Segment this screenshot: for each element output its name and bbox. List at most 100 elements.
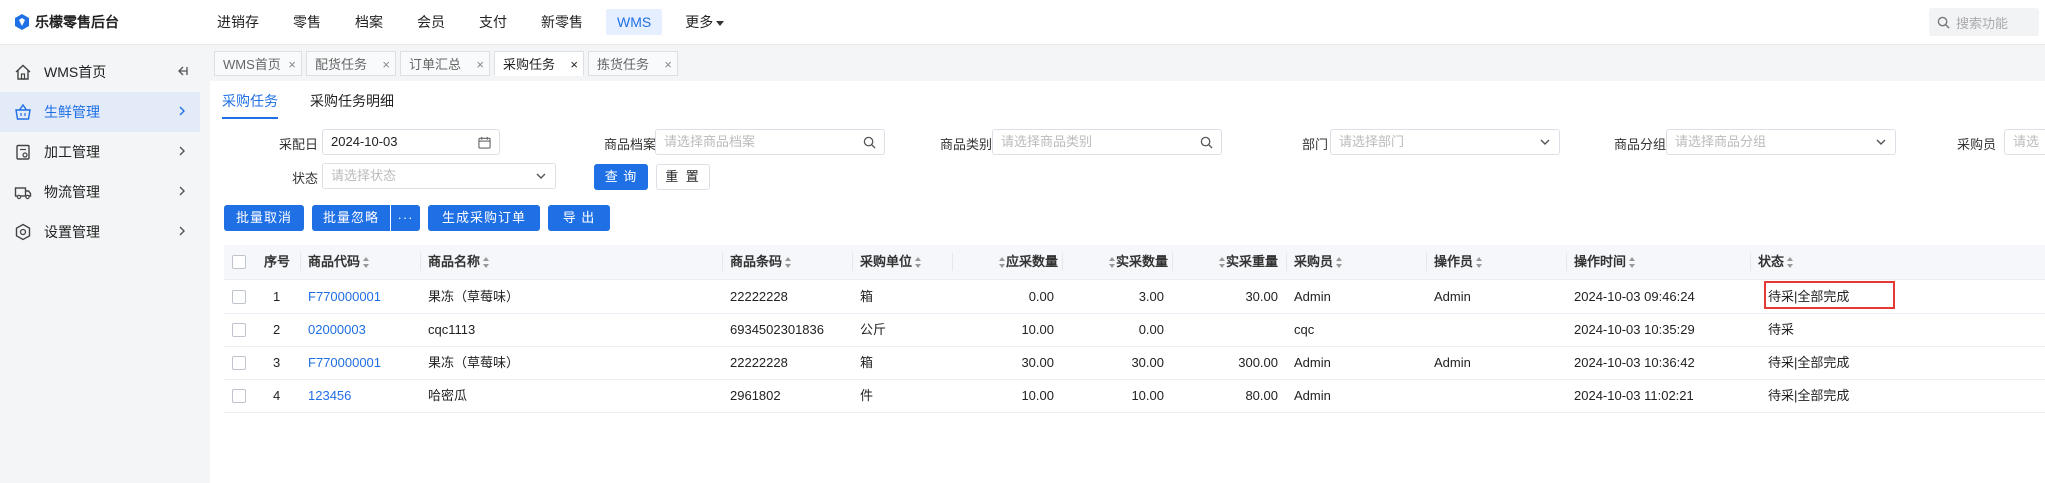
close-icon[interactable]: ×: [382, 52, 390, 77]
sidebar-item-settings[interactable]: 设置管理: [0, 212, 200, 252]
category-input[interactable]: 请选择商品类别: [992, 129, 1222, 155]
cell-real-qty: 0.00: [1138, 322, 1164, 337]
buyer-select[interactable]: 请选: [2004, 129, 2045, 155]
sort-icon: [483, 257, 490, 269]
table-row[interactable]: 4 123456 哈密瓜 2961802 件 10.00 10.00 80.00…: [224, 379, 2045, 413]
dept-select[interactable]: 请选择部门: [1330, 129, 1560, 155]
col-code[interactable]: 商品代码: [308, 245, 370, 279]
close-icon[interactable]: ×: [288, 52, 296, 77]
col-name-label: 商品名称: [428, 254, 481, 269]
col-op-time[interactable]: 操作时间: [1574, 245, 1636, 279]
col-real-qty-label: 实采数量: [1116, 254, 1169, 269]
generate-purchase-order-button[interactable]: 生成采购订单: [428, 205, 540, 231]
query-button[interactable]: 查 询: [594, 164, 648, 190]
page-tab-label: 拣货任务: [597, 57, 650, 72]
cell-seq: 3: [273, 355, 281, 370]
cell-op-time: 2024-10-03 10:35:29: [1574, 322, 1695, 337]
search-icon: [863, 136, 876, 149]
group-select[interactable]: 请选择商品分组: [1666, 129, 1896, 155]
col-buyer[interactable]: 采购员: [1294, 245, 1343, 279]
cell-code[interactable]: 02000003: [308, 313, 366, 346]
top-nav-member[interactable]: 会员: [406, 9, 456, 35]
col-status[interactable]: 状态: [1758, 245, 1794, 279]
col-real-qty[interactable]: 实采数量: [1106, 245, 1168, 279]
col-divider: [1566, 253, 1567, 271]
sort-icon: [999, 257, 1006, 269]
top-nav-retail[interactable]: 零售: [282, 9, 332, 35]
page-tab-distribution[interactable]: 配货任务 ×: [306, 51, 396, 76]
tab-purchase-task[interactable]: 采购任务: [222, 89, 278, 119]
col-unit[interactable]: 采购单位: [860, 245, 922, 279]
col-name[interactable]: 商品名称: [428, 245, 490, 279]
sidebar-item-logistics[interactable]: 物流管理: [0, 172, 200, 212]
search-icon: [1937, 16, 1950, 29]
col-divider: [1286, 253, 1287, 271]
table-row[interactable]: 3 F770000001 果冻（草莓味） 22222228 箱 30.00 30…: [224, 346, 2045, 380]
cell-name: 哈密瓜: [428, 388, 468, 403]
cell-buyer: Admin: [1294, 289, 1331, 304]
calendar-icon: [478, 136, 491, 149]
cell-seq: 2: [273, 322, 281, 337]
close-icon[interactable]: ×: [664, 52, 672, 77]
col-due-qty[interactable]: 应采数量: [996, 245, 1058, 279]
chevron-right-icon: [179, 186, 185, 196]
page-tab-label: 订单汇总: [409, 57, 462, 72]
top-nav-archive[interactable]: 档案: [344, 9, 394, 35]
app-logo[interactable]: 乐檬零售后台: [14, 11, 119, 33]
top-nav-payment[interactable]: 支付: [468, 9, 518, 35]
status-select[interactable]: 请选择状态: [322, 163, 556, 189]
page-tab-label: WMS首页: [223, 57, 281, 72]
date-value: 2024-10-03: [331, 134, 398, 149]
row-checkbox[interactable]: [232, 356, 246, 370]
page-tab-wms-home[interactable]: WMS首页 ×: [214, 51, 302, 76]
col-barcode[interactable]: 商品条码: [730, 245, 792, 279]
table-row[interactable]: 2 02000003 cqc1113 6934502301836 公斤 10.0…: [224, 313, 2045, 347]
cell-code[interactable]: F770000001: [308, 280, 381, 313]
top-nav-more[interactable]: 更多: [674, 9, 735, 35]
chevron-down-icon: [536, 173, 546, 179]
export-button[interactable]: 导 出: [548, 205, 610, 231]
page-tab-purchase-task[interactable]: 采购任务 ×: [494, 51, 584, 76]
close-icon[interactable]: ×: [476, 52, 484, 77]
page-tab-picking[interactable]: 拣货任务 ×: [588, 51, 678, 76]
top-nav-new-retail[interactable]: 新零售: [530, 9, 594, 35]
cell-due-qty: 0.00: [1028, 289, 1054, 304]
chevron-down-icon: [1876, 139, 1886, 145]
col-divider: [1426, 253, 1427, 271]
sidebar-item-label: 加工管理: [44, 144, 100, 160]
app-title: 乐檬零售后台: [35, 14, 119, 30]
select-all-checkbox[interactable]: [232, 255, 246, 269]
close-icon[interactable]: ×: [570, 52, 578, 77]
row-checkbox[interactable]: [232, 389, 246, 403]
tab-purchase-task-detail[interactable]: 采购任务明细: [310, 89, 394, 117]
top-nav-inventory[interactable]: 进销存: [206, 9, 270, 35]
cell-due-qty: 10.00: [1021, 388, 1054, 403]
date-input[interactable]: 2024-10-03: [322, 129, 500, 155]
buyer-placeholder: 请选: [2013, 134, 2040, 149]
sidebar-item-wms-home[interactable]: WMS首页: [0, 52, 200, 92]
col-real-weight[interactable]: 实采重量: [1216, 245, 1278, 279]
row-checkbox[interactable]: [232, 323, 246, 337]
collapse-sidebar-icon[interactable]: [176, 65, 188, 77]
date-label: 采配日: [278, 137, 318, 152]
sidebar-item-processing[interactable]: 加工管理: [0, 132, 200, 172]
col-operator[interactable]: 操作员: [1434, 245, 1483, 279]
cell-real-qty: 10.00: [1131, 388, 1164, 403]
page-tab-order-summary[interactable]: 订单汇总 ×: [400, 51, 490, 76]
reset-button[interactable]: 重 置: [656, 164, 710, 190]
top-nav-wms[interactable]: WMS: [606, 9, 663, 35]
batch-ignore-button[interactable]: 批量忽略: [312, 205, 390, 231]
top-search[interactable]: 搜索功能: [1929, 8, 2039, 36]
sidebar-item-fresh[interactable]: 生鲜管理: [0, 92, 200, 132]
cell-code[interactable]: F770000001: [308, 346, 381, 379]
sort-icon: [1109, 257, 1116, 269]
cell-operator: Admin: [1434, 289, 1471, 304]
sort-icon: [915, 257, 922, 269]
batch-cancel-button[interactable]: 批量取消: [224, 205, 304, 231]
product-input[interactable]: 请选择商品档案: [655, 129, 885, 155]
page-tab-label: 采购任务: [503, 57, 556, 72]
search-icon: [1200, 136, 1213, 149]
row-checkbox[interactable]: [232, 290, 246, 304]
cell-code[interactable]: 123456: [308, 379, 351, 412]
more-actions-button[interactable]: ···: [391, 205, 420, 231]
